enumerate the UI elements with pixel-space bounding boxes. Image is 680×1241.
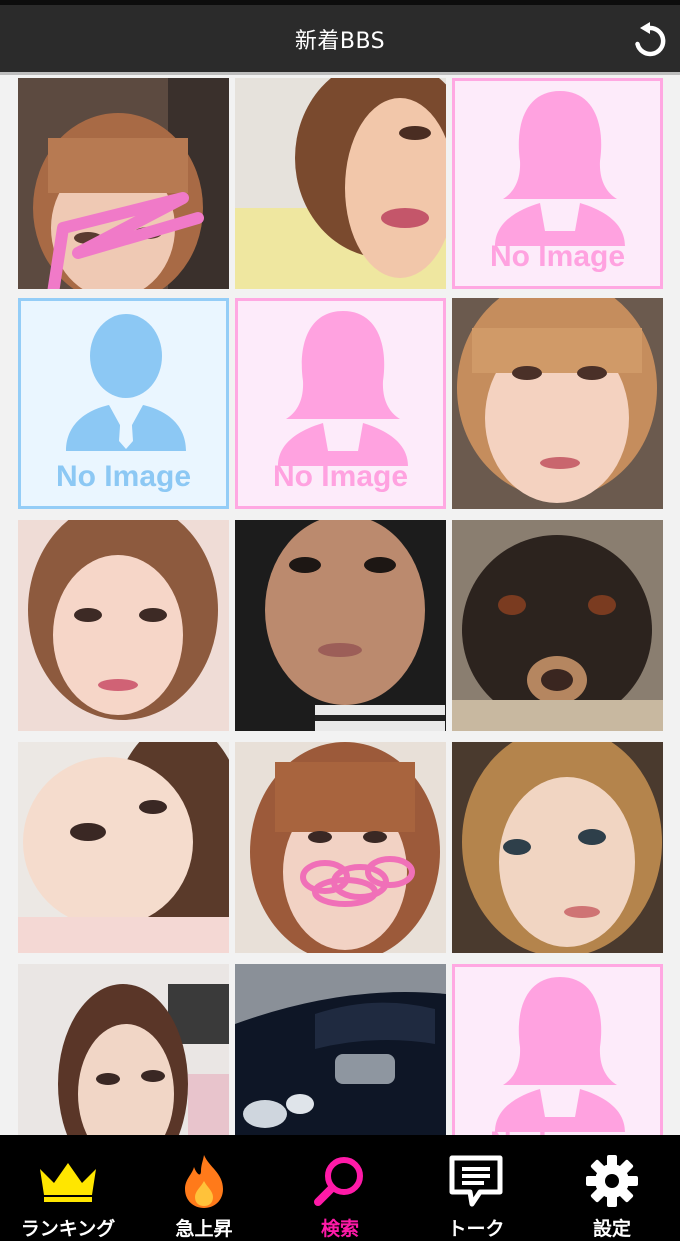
no-image-label: No Image — [272, 460, 409, 493]
post-thumbnail[interactable] — [235, 964, 446, 1135]
search-icon — [314, 1156, 363, 1206]
page-title: 新着BBS — [294, 28, 386, 54]
tab-label: 検索 — [320, 1218, 359, 1240]
photo-image — [452, 742, 663, 953]
no-image-label: No Image — [55, 460, 192, 493]
tab-ranking[interactable]: ランキング — [0, 1135, 136, 1241]
post-thumbnail[interactable] — [452, 298, 663, 509]
tab-label: 設定 — [592, 1218, 631, 1240]
post-thumbnail[interactable] — [452, 742, 663, 953]
photo-image — [18, 520, 229, 731]
no-image-female-tile[interactable]: No Image — [452, 78, 663, 289]
post-thumbnail[interactable] — [452, 520, 663, 731]
no-image-female-tile[interactable]: No Image — [452, 964, 663, 1135]
refresh-button[interactable] — [628, 19, 672, 63]
photo-image — [452, 298, 663, 509]
photo-image — [18, 742, 229, 953]
no-image-label: No Image — [489, 240, 626, 273]
post-thumbnail[interactable] — [235, 742, 446, 953]
no-image-male-tile[interactable]: No Image — [18, 298, 229, 509]
post-thumbnail[interactable] — [18, 964, 229, 1135]
bottom-tab-bar: ランキング 急上昇 検索 トーク 設定 — [0, 1135, 680, 1241]
photo-image — [18, 78, 229, 289]
photo-image — [235, 520, 446, 731]
female-silhouette-icon — [495, 977, 625, 1132]
post-thumbnail[interactable] — [18, 520, 229, 731]
flame-icon — [185, 1154, 223, 1208]
post-thumbnail[interactable] — [235, 520, 446, 731]
bbs-grid: No Image No Image No Image — [0, 75, 680, 1135]
post-thumbnail[interactable] — [18, 742, 229, 953]
no-image-female-tile[interactable]: No Image — [235, 298, 446, 509]
tab-settings[interactable]: 設定 — [544, 1135, 680, 1241]
chat-icon — [449, 1155, 503, 1206]
post-thumbnail[interactable] — [235, 78, 446, 289]
tab-label: 急上昇 — [175, 1218, 233, 1240]
photo-image — [452, 520, 663, 731]
refresh-icon — [635, 22, 666, 57]
tab-label: ランキング — [20, 1218, 116, 1240]
photo-image — [235, 78, 446, 289]
photo-image — [235, 964, 446, 1135]
photo-image — [18, 964, 229, 1135]
tab-trending[interactable]: 急上昇 — [136, 1135, 272, 1241]
tab-talk[interactable]: トーク — [408, 1135, 544, 1241]
app-header: 新着BBS — [0, 5, 680, 75]
photo-image — [235, 742, 446, 953]
tab-label: トーク — [447, 1218, 505, 1240]
crown-icon — [40, 1162, 96, 1202]
post-thumbnail[interactable] — [18, 78, 229, 289]
gear-icon — [586, 1154, 638, 1207]
no-image-label: No Image — [455, 1126, 660, 1135]
tab-search[interactable]: 検索 — [272, 1135, 408, 1241]
